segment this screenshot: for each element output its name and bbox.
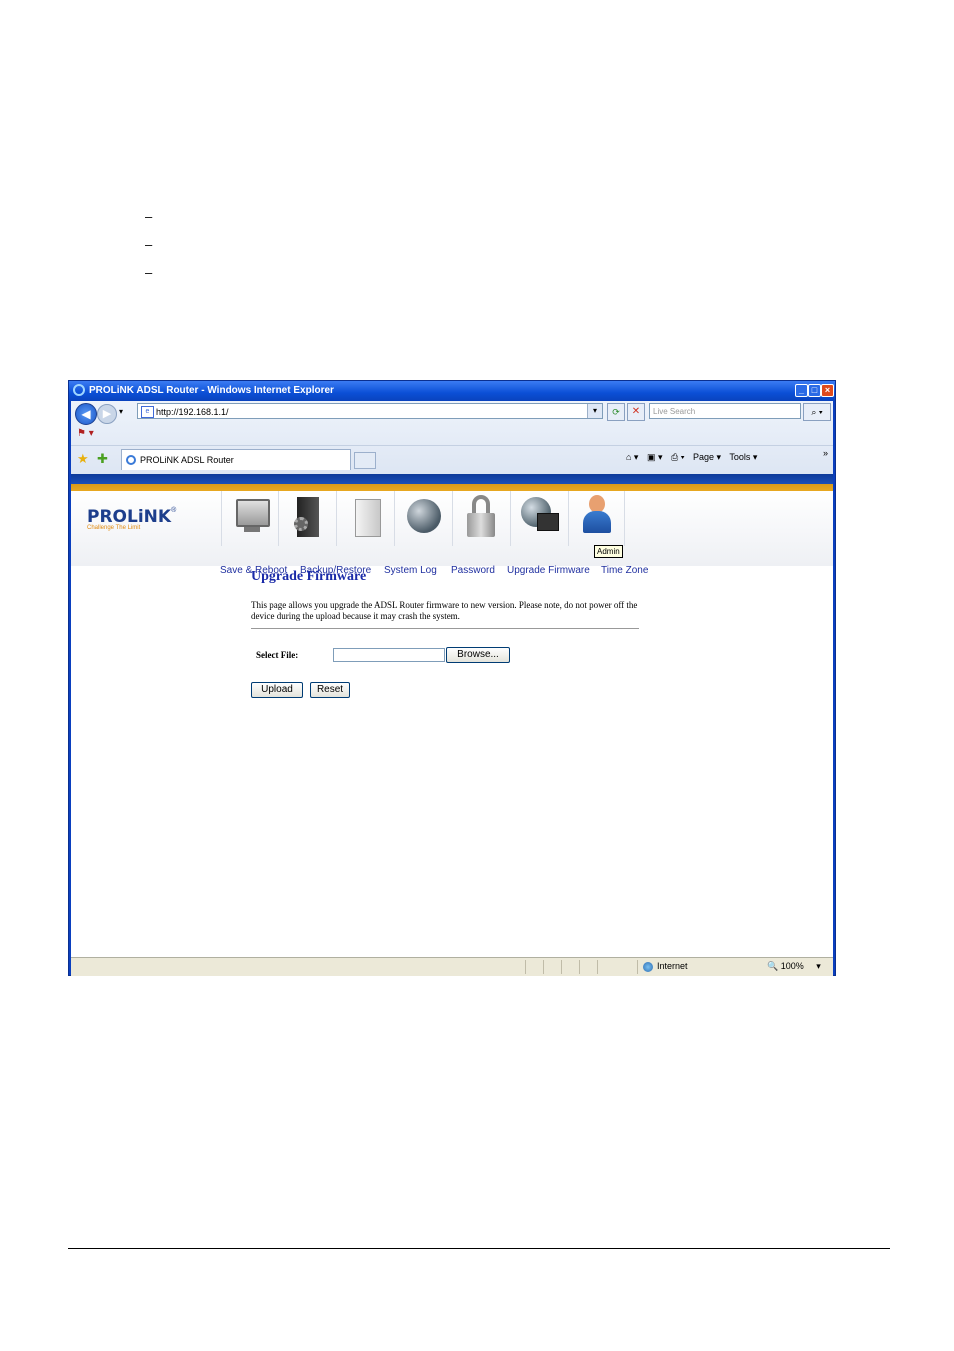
save-reboot-icon[interactable] [221, 491, 278, 546]
zoom-control[interactable]: 🔍 100% ▾ [767, 961, 821, 972]
divider [251, 628, 639, 629]
history-dropdown-icon[interactable]: ▾ [119, 407, 123, 416]
address-text: http://192.168.1.1/ [156, 407, 229, 417]
menu-password[interactable]: Password [451, 565, 495, 576]
add-favorite-icon[interactable]: ✚ [97, 451, 108, 467]
status-divider [543, 960, 544, 974]
bullet-dash: – [145, 237, 153, 252]
browser-window: PROLiNK ADSL Router - Windows Internet E… [68, 380, 836, 976]
maximize-button[interactable]: □ [808, 384, 821, 397]
backup-restore-icon[interactable] [278, 491, 335, 546]
search-input[interactable]: Live Search [649, 403, 801, 419]
internet-globe-icon [643, 961, 653, 972]
zone-label: Internet [657, 961, 688, 971]
tools-menu[interactable]: Tools ▾ [729, 452, 757, 462]
zoom-level: 100% [780, 961, 804, 971]
tab-label: PROLiNK ADSL Router [140, 455, 234, 465]
zoom-icon: 🔍 [767, 961, 779, 971]
stop-button[interactable]: ✕ [627, 403, 645, 421]
browse-button[interactable]: Browse... [446, 647, 510, 663]
upload-button[interactable]: Upload [251, 682, 303, 698]
links-icon[interactable]: ⚑ ▾ [77, 428, 94, 439]
browser-chrome: ◀ ▶ ▾ e http://192.168.1.1/ ▾ ⟳ ✕ Live S… [71, 401, 833, 474]
print-icon[interactable]: ⎙ ▾ [671, 452, 684, 462]
footer-rule [68, 1248, 890, 1249]
page-icon: e [141, 406, 154, 418]
bullet-dash: – [145, 209, 153, 224]
address-dropdown-icon[interactable]: ▾ [587, 404, 602, 418]
menu-time-zone[interactable]: Time Zone [601, 565, 648, 576]
page-menu[interactable]: Page ▾ [693, 452, 721, 462]
upgrade-firmware-icon[interactable] [510, 491, 567, 546]
password-globe-icon[interactable] [394, 491, 451, 546]
menu-upgrade-firmware[interactable]: Upgrade Firmware [507, 565, 590, 576]
status-divider [637, 960, 638, 974]
system-log-icon[interactable] [336, 491, 393, 546]
minimize-button[interactable]: _ [795, 384, 808, 397]
status-divider [597, 960, 598, 974]
file-path-input[interactable] [333, 648, 445, 662]
chevron-icon[interactable]: » [823, 448, 828, 458]
page-content: PROLiNK® Challenge The Limit Admin Save … [71, 474, 833, 957]
bullet-dash: – [145, 265, 153, 280]
search-button[interactable]: ⌕ ▾ [803, 403, 831, 421]
feeds-icon[interactable]: ▣ ▾ [647, 452, 663, 462]
favorites-star-icon[interactable]: ★ [77, 451, 89, 467]
prolink-logo: PROLiNK® Challenge The Limit [87, 507, 176, 531]
address-bar[interactable]: e http://192.168.1.1/ ▾ [137, 403, 603, 419]
menu-system-log[interactable]: System Log [384, 565, 437, 576]
tab-prolink-router[interactable]: PROLiNK ADSL Router [121, 449, 351, 470]
admin-tooltip: Admin [594, 545, 623, 558]
forward-button[interactable]: ▶ [97, 404, 117, 424]
ie-tab-icon [126, 455, 136, 465]
tab-row: ★ ✚ PROLiNK ADSL Router ⌂ ▾ ▣ ▾ ⎙ ▾ Page… [71, 445, 833, 474]
status-divider [561, 960, 562, 974]
reset-button[interactable]: Reset [310, 682, 350, 698]
logo-text: PROLiNK [87, 507, 172, 527]
title-bar: PROLiNK ADSL Router - Windows Internet E… [69, 381, 835, 401]
new-tab-button[interactable] [354, 452, 376, 469]
ie-logo-icon [73, 384, 85, 396]
admin-user-icon[interactable] [568, 491, 625, 546]
security-zone: Internet [643, 961, 688, 972]
select-file-label: Select File: [256, 650, 299, 660]
back-button[interactable]: ◀ [75, 403, 97, 425]
refresh-button[interactable]: ⟳ [607, 403, 625, 421]
window-title: PROLiNK ADSL Router - Windows Internet E… [89, 385, 334, 396]
page-title: Upgrade Firmware [251, 569, 367, 584]
page-description: This page allows you upgrade the ADSL Ro… [251, 600, 638, 621]
logo-reg: ® [171, 507, 177, 514]
zoom-dropdown-icon[interactable]: ▾ [816, 961, 821, 971]
router-banner [71, 474, 833, 491]
home-icon[interactable]: ⌂ ▾ [626, 452, 638, 462]
router-header: PROLiNK® Challenge The Limit Admin Save … [71, 491, 833, 576]
close-button[interactable]: × [821, 384, 834, 397]
command-bar: ⌂ ▾ ▣ ▾ ⎙ ▾ Page ▾ Tools ▾ [626, 452, 763, 463]
status-bar: Internet 🔍 100% ▾ [71, 957, 833, 976]
status-divider [525, 960, 526, 974]
lock-icon[interactable] [452, 491, 509, 546]
status-divider [579, 960, 580, 974]
